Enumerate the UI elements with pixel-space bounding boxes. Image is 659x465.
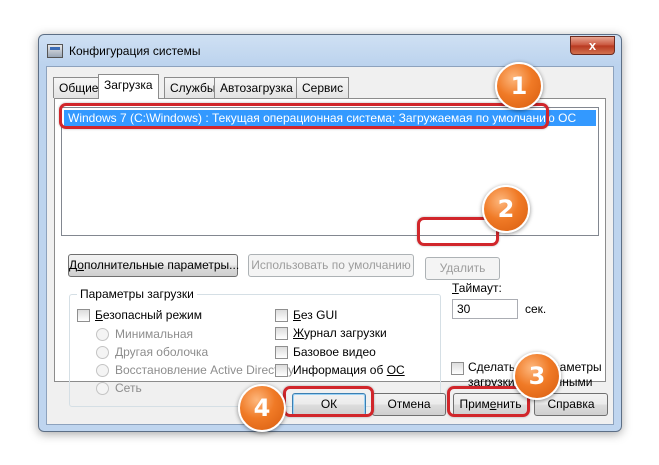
boot-log-checkbox[interactable] [275,327,288,340]
make-permanent-checkbox[interactable] [451,362,464,375]
safe-boot-label: Безопасный режим [95,308,202,322]
network-radio[interactable] [96,382,109,395]
title-bar[interactable]: Конфигурация системы x [39,35,621,65]
tab-services[interactable]: Службы [164,77,222,98]
apply-button[interactable]: Применить [453,393,528,416]
os-boot-info-checkbox[interactable] [275,364,288,377]
safe-boot-checkbox[interactable] [77,309,90,322]
cancel-button[interactable]: Отмена [372,393,446,416]
set-default-button[interactable]: Использовать по умолчанию [248,254,414,277]
alternate-shell-radio-label: Другая оболочка [115,345,209,359]
boot-entry-windows7[interactable]: Windows 7 (C:\Windows) : Текущая операци… [64,110,596,126]
delete-button[interactable]: Удалить [425,257,500,280]
timeout-unit: сек. [525,302,547,316]
ok-button[interactable]: ОК [292,393,366,416]
ad-repair-radio[interactable] [96,364,109,377]
timeout-label: Таймаут: [452,281,502,295]
ad-repair-radio-label: Восстановление Active Directory [115,363,295,377]
tab-tools[interactable]: Сервис [296,77,350,98]
tab-startup[interactable]: Автозагрузка [214,77,299,98]
network-radio-label: Сеть [115,381,142,395]
base-video-checkbox[interactable] [275,346,288,359]
alternate-shell-radio[interactable] [96,346,109,359]
base-video-label: Базовое видео [293,345,376,359]
close-button[interactable]: x [570,36,615,55]
window-title: Конфигурация системы [69,44,201,58]
boot-log-label: Журнал загрузки [293,326,387,340]
marker-4: 4 [238,384,286,432]
os-boot-info-label: Информация об ОС [293,363,405,377]
tab-general[interactable]: Общие [53,77,105,98]
minimal-radio[interactable] [96,328,109,341]
boot-options-title: Параметры загрузки [77,287,197,301]
tab-boot[interactable]: Загрузка [98,74,159,99]
advanced-options-button[interactable]: Дополнительные параметры... [68,254,239,277]
no-gui-label: Без GUI [293,308,338,322]
marker-3: 3 [513,352,561,400]
timeout-input[interactable]: 30 [452,299,518,319]
msconfig-app-icon [47,44,63,58]
marker-1: 1 [495,62,543,110]
minimal-radio-label: Минимальная [115,327,194,341]
marker-2: 2 [482,185,530,233]
no-gui-checkbox[interactable] [275,309,288,322]
